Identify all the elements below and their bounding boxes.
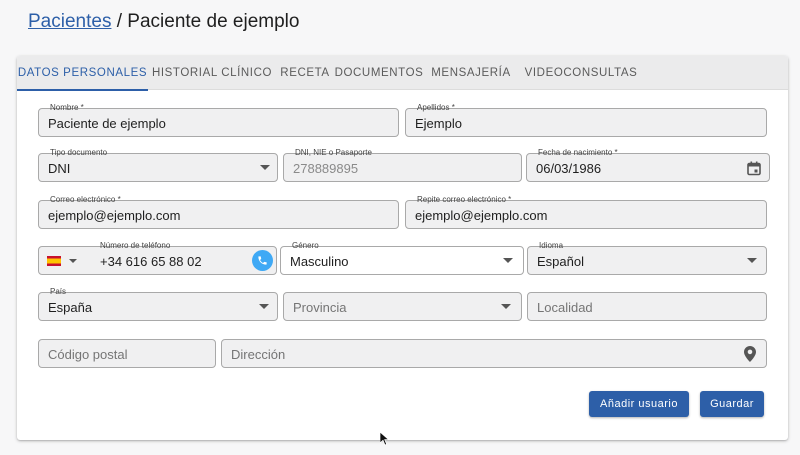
provincia-placeholder: Provincia [293, 300, 347, 315]
direccion-placeholder: Dirección [231, 347, 286, 362]
tab-mensajeria[interactable]: MENSAJERÍA [424, 56, 518, 90]
localidad-placeholder: Localidad [537, 300, 593, 315]
apellidos-value: Ejemplo [415, 116, 462, 131]
tab-bar: DATOS PERSONALES HISTORIAL CLÍNICO RECET… [17, 56, 788, 91]
correo-field[interactable]: Correo electrónico * ejemplo@ejemplo.com [38, 195, 399, 229]
documento-field[interactable]: DNI, NIE o Pasaporte 278889895 [283, 148, 522, 182]
tipo-documento-label: Tipo documento [47, 148, 111, 157]
genero-label: Género [289, 241, 322, 250]
location-pin-icon[interactable] [744, 346, 756, 362]
repite-correo-field[interactable]: Repite correo electrónico * ejemplo@ejem… [405, 195, 767, 229]
mouse-cursor-icon [380, 432, 390, 446]
save-button[interactable]: Guardar [700, 391, 764, 417]
call-button[interactable] [252, 250, 273, 271]
correo-value: ejemplo@ejemplo.com [48, 208, 181, 223]
breadcrumb-separator: / [111, 11, 128, 32]
localidad-field[interactable]: Localidad [527, 292, 767, 321]
nombre-field[interactable]: Nombre * Paciente de ejemplo [38, 103, 399, 137]
add-user-button[interactable]: Añadir usuario [589, 391, 689, 417]
chevron-down-icon [747, 258, 757, 263]
fecha-nacimiento-label: Fecha de nacimiento * [535, 148, 621, 157]
calendar-icon[interactable] [747, 161, 761, 176]
chevron-down-icon [260, 165, 270, 170]
tipo-documento-value: DNI [48, 161, 71, 176]
tab-videoconsultas[interactable]: VIDEOCONSULTAS [518, 56, 644, 90]
repite-correo-label: Repite correo electrónico * [414, 195, 515, 204]
documento-label: DNI, NIE o Pasaporte [292, 148, 375, 157]
tab-receta[interactable]: RECETA [276, 56, 334, 90]
pais-label: País [47, 287, 70, 296]
telefono-value: +34 616 65 88 02 [100, 254, 202, 269]
phone-icon [258, 256, 267, 265]
repite-correo-value: ejemplo@ejemplo.com [415, 208, 548, 223]
tipo-documento-select[interactable]: Tipo documento DNI [38, 148, 278, 182]
chevron-down-icon [501, 304, 511, 309]
direccion-field[interactable]: Dirección [221, 339, 767, 368]
fecha-nacimiento-value: 06/03/1986 [536, 161, 602, 176]
apellidos-field[interactable]: Apellidos * Ejemplo [405, 103, 767, 137]
codigo-postal-field[interactable]: Código postal [38, 339, 216, 368]
breadcrumb-link-pacientes[interactable]: Pacientes [28, 11, 111, 32]
chevron-down-icon [503, 258, 513, 263]
patient-card: DATOS PERSONALES HISTORIAL CLÍNICO RECET… [17, 56, 788, 440]
idioma-select[interactable]: Idioma Español [527, 241, 767, 275]
pais-value: España [48, 300, 93, 315]
tab-historial-clinico[interactable]: HISTORIAL CLÍNICO [148, 56, 276, 90]
documento-value: 278889895 [293, 161, 359, 176]
tab-datos-personales[interactable]: DATOS PERSONALES [17, 56, 148, 91]
apellidos-label: Apellidos * [414, 103, 458, 112]
telefono-field[interactable]: Número de teléfono +34 616 65 88 02 [38, 241, 277, 275]
pais-select[interactable]: País España [38, 287, 278, 321]
idioma-value: Español [537, 254, 584, 269]
idioma-label: Idioma [536, 241, 567, 250]
tab-documentos[interactable]: DOCUMENTOS [334, 56, 424, 90]
spain-flag-icon[interactable] [47, 256, 61, 266]
nombre-label: Nombre * [47, 103, 87, 112]
chevron-down-icon [259, 304, 269, 309]
fecha-nacimiento-field[interactable]: Fecha de nacimiento * 06/03/1986 [526, 148, 770, 182]
genero-value: Masculino [290, 254, 349, 269]
nombre-value: Paciente de ejemplo [48, 116, 166, 131]
page-title: Paciente de ejemplo [127, 11, 300, 32]
breadcrumb: Pacientes / Paciente de ejemplo [28, 11, 299, 33]
genero-select[interactable]: Género Masculino [280, 241, 524, 275]
codigo-postal-placeholder: Código postal [48, 347, 128, 362]
correo-label: Correo electrónico * [47, 195, 124, 204]
chevron-down-icon[interactable] [69, 259, 77, 263]
provincia-select[interactable]: Provincia [283, 292, 522, 321]
telefono-label: Número de teléfono [97, 241, 174, 250]
